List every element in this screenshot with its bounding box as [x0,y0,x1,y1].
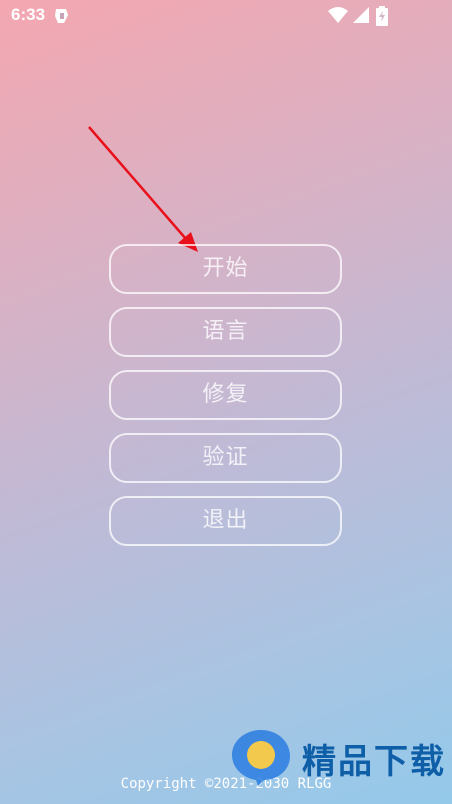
verify-button[interactable]: 验证 [109,433,342,483]
main-menu: 开始 语言 修复 验证 退出 [109,244,342,559]
app-notification-icon [52,6,72,26]
start-button[interactable]: 开始 [109,244,342,294]
status-bar: 6:33 [0,0,452,32]
watermark-logo-icon [228,728,294,786]
wifi-icon [328,6,348,28]
status-icons [328,6,418,26]
repair-button[interactable]: 修复 [109,370,342,420]
exit-button[interactable]: 退出 [109,496,342,546]
cell-signal-icon [352,6,370,28]
watermark: 精品下载 [228,728,450,786]
status-time: 6:33 [11,5,46,24]
battery-charging-icon [376,6,388,30]
watermark-text: 精品下载 [302,742,446,782]
language-button[interactable]: 语言 [109,307,342,357]
